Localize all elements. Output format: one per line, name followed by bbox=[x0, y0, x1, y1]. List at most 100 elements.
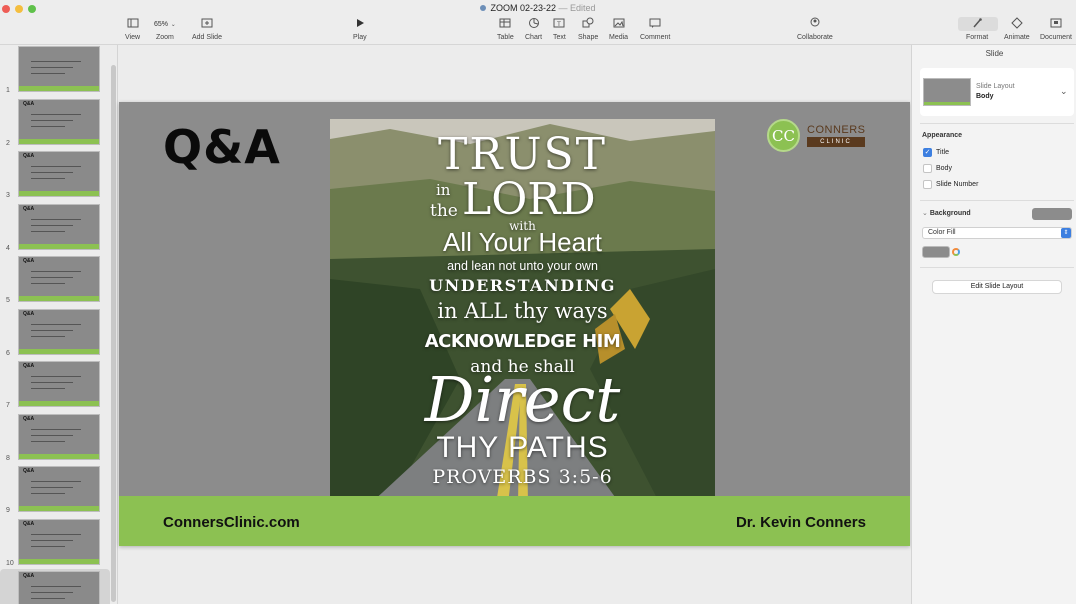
thumbnail-title: Q&A bbox=[23, 205, 35, 212]
slide-thumbnail-6[interactable]: 6 Q&A bbox=[0, 307, 110, 357]
title-checkbox-row[interactable]: ✓ Title bbox=[923, 148, 949, 160]
slide-thumbnail-10[interactable]: 10 Q&A bbox=[0, 517, 110, 567]
thumbnail-title: Q&A bbox=[23, 153, 35, 159]
body-checkbox[interactable] bbox=[923, 164, 932, 173]
color-wheel-icon[interactable] bbox=[952, 248, 960, 256]
paintbrush-icon bbox=[966, 17, 988, 31]
animate-button[interactable]: Animate bbox=[1004, 17, 1030, 41]
slide-thumbnail-8[interactable]: 8 Q&A bbox=[0, 412, 110, 462]
collaborate-button[interactable]: Collaborate bbox=[797, 17, 833, 41]
slide-number-checkbox-row[interactable]: Slide Number bbox=[923, 180, 978, 192]
slide-thumbnail-preview: Q&A bbox=[18, 203, 100, 250]
title-checkbox[interactable]: ✓ bbox=[923, 148, 932, 157]
doctor-name-text[interactable]: Dr. Kevin Conners bbox=[736, 514, 866, 531]
zoom-value: 65% bbox=[154, 21, 169, 28]
slide[interactable]: Q&A CC CONNERS CLINIC TRUST in the LORD … bbox=[119, 102, 910, 546]
format-button[interactable]: Format bbox=[966, 17, 988, 41]
navigator-scrollbar[interactable] bbox=[111, 65, 116, 602]
appearance-heading: Appearance bbox=[922, 132, 963, 139]
slide-thumbnail-preview: Q&A bbox=[18, 466, 100, 512]
view-button[interactable]: View bbox=[125, 17, 140, 41]
logo-name: CONNERS bbox=[807, 124, 866, 136]
collaborate-icon bbox=[797, 17, 833, 31]
logo-subtitle: CLINIC bbox=[807, 137, 865, 147]
add-slide-icon bbox=[192, 17, 222, 31]
thumbnail-title: Q&A bbox=[23, 310, 35, 317]
slide-number-label: 2 bbox=[6, 139, 10, 147]
inspector-header: Slide bbox=[985, 49, 1004, 58]
thumbnail-title: Q&A bbox=[23, 415, 35, 422]
slide-thumbnail-preview: Q&A bbox=[18, 571, 100, 604]
logo-mark: CC bbox=[767, 119, 800, 152]
slide-number-label: 10 bbox=[6, 559, 14, 567]
media-button[interactable]: Media bbox=[609, 17, 628, 41]
slide-number-label: 4 bbox=[6, 244, 10, 252]
slide-thumbnail-4[interactable]: 4 Q&A bbox=[0, 202, 110, 252]
format-inspector: Slide Slide Layout Body ⌄ Appearance ✓ Ti… bbox=[911, 45, 1076, 604]
slide-number-label: 9 bbox=[6, 507, 10, 514]
fill-color-well[interactable] bbox=[922, 246, 950, 258]
play-button[interactable]: Play bbox=[353, 17, 367, 41]
fill-type-select[interactable]: Color Fill ⇕ bbox=[922, 227, 1072, 239]
chart-icon bbox=[525, 17, 542, 31]
slide-thumbnail-11[interactable]: 11Q&A bbox=[0, 569, 110, 604]
comment-icon bbox=[640, 17, 670, 31]
thumbnail-title: Q&A bbox=[23, 520, 35, 527]
scripture-text: TRUST in the LORD with All Your Heart an… bbox=[424, 129, 621, 488]
footer-band: ConnersClinic.com Dr. Kevin Conners bbox=[119, 496, 910, 546]
body-checkbox-row[interactable]: Body bbox=[923, 164, 952, 176]
text-icon: T bbox=[553, 17, 566, 31]
chart-button[interactable]: Chart bbox=[525, 17, 542, 41]
divider bbox=[920, 267, 1074, 268]
thumbnail-title: Q&A bbox=[23, 573, 35, 579]
document-icon bbox=[480, 5, 487, 11]
slide-thumbnail-preview: Q&A bbox=[18, 256, 100, 302]
slide-thumbnail-preview: Q&A bbox=[18, 308, 100, 355]
background-color-swatch[interactable] bbox=[1032, 208, 1072, 220]
slide-thumbnail-3[interactable]: 3 Q&A bbox=[0, 149, 110, 199]
table-button[interactable]: Table bbox=[497, 17, 514, 41]
thumbnail-title: Q&A bbox=[23, 100, 35, 107]
chevron-down-icon: ⌄ bbox=[1060, 86, 1068, 96]
divider bbox=[920, 123, 1074, 124]
edit-slide-layout-button[interactable]: Edit Slide Layout bbox=[932, 280, 1062, 294]
document-button[interactable]: Document bbox=[1040, 17, 1072, 41]
slide-number-label: 6 bbox=[6, 349, 10, 357]
document-title: ZOOM 02-23-22 — Edited bbox=[0, 3, 1076, 13]
slide-number-checkbox[interactable] bbox=[923, 180, 932, 189]
scripture-poster-image[interactable]: TRUST in the LORD with All Your Heart an… bbox=[330, 119, 715, 504]
slide-layout-picker[interactable]: Slide Layout Body ⌄ bbox=[920, 68, 1074, 116]
conners-clinic-logo[interactable]: CC CONNERS CLINIC bbox=[767, 117, 877, 153]
slide-thumbnail-5[interactable]: 5 Q&A bbox=[0, 254, 110, 304]
slide-thumbnail-preview: Q&A bbox=[18, 98, 100, 145]
slide-number-label: 5 bbox=[6, 297, 10, 304]
sidebar-icon bbox=[125, 17, 140, 31]
slide-thumbnail-7[interactable]: 7 Q&A bbox=[0, 359, 110, 409]
slide-thumbnail-1[interactable]: 1 bbox=[0, 45, 110, 94]
slide-thumbnail-preview: Q&A bbox=[18, 518, 100, 565]
thumbnail-title: Q&A bbox=[23, 363, 35, 369]
chevron-down-icon: ⌄ bbox=[170, 22, 176, 28]
shape-button[interactable]: Shape bbox=[578, 17, 598, 41]
thumbnail-title: Q&A bbox=[23, 258, 35, 264]
background-heading[interactable]: ⌄ Background bbox=[922, 209, 971, 217]
text-button[interactable]: T Text bbox=[553, 17, 566, 41]
slide-thumbnail-preview: Q&A bbox=[18, 413, 100, 460]
media-icon bbox=[609, 17, 628, 31]
zoom-button[interactable]: 65% ⌄ Zoom bbox=[154, 17, 176, 41]
slide-navigator: 12Q&A3Q&A4Q&A5Q&A6Q&A7Q&A8Q&A9Q&A10Q&A11… bbox=[0, 45, 118, 604]
slide-thumbnail-9[interactable]: 9 Q&A bbox=[0, 464, 110, 514]
keynote-window: ZOOM 02-23-22 — Edited View 65% ⌄ Zoom A… bbox=[0, 0, 1076, 604]
slide-thumbnail-2[interactable]: 2 Q&A bbox=[0, 97, 110, 147]
slide-number-label: 1 bbox=[6, 87, 10, 94]
slide-title[interactable]: Q&A bbox=[163, 120, 281, 174]
play-icon bbox=[353, 17, 367, 31]
slide-thumbnail-preview: Q&A bbox=[18, 151, 100, 197]
website-text[interactable]: ConnersClinic.com bbox=[163, 514, 300, 531]
slide-canvas: Q&A CC CONNERS CLINIC TRUST in the LORD … bbox=[119, 45, 910, 604]
add-slide-button[interactable]: Add Slide bbox=[192, 17, 222, 41]
comment-button[interactable]: Comment bbox=[640, 17, 670, 41]
slide-thumbnail-preview: Q&A bbox=[18, 361, 100, 407]
animate-icon bbox=[1004, 17, 1030, 31]
divider bbox=[920, 200, 1074, 201]
